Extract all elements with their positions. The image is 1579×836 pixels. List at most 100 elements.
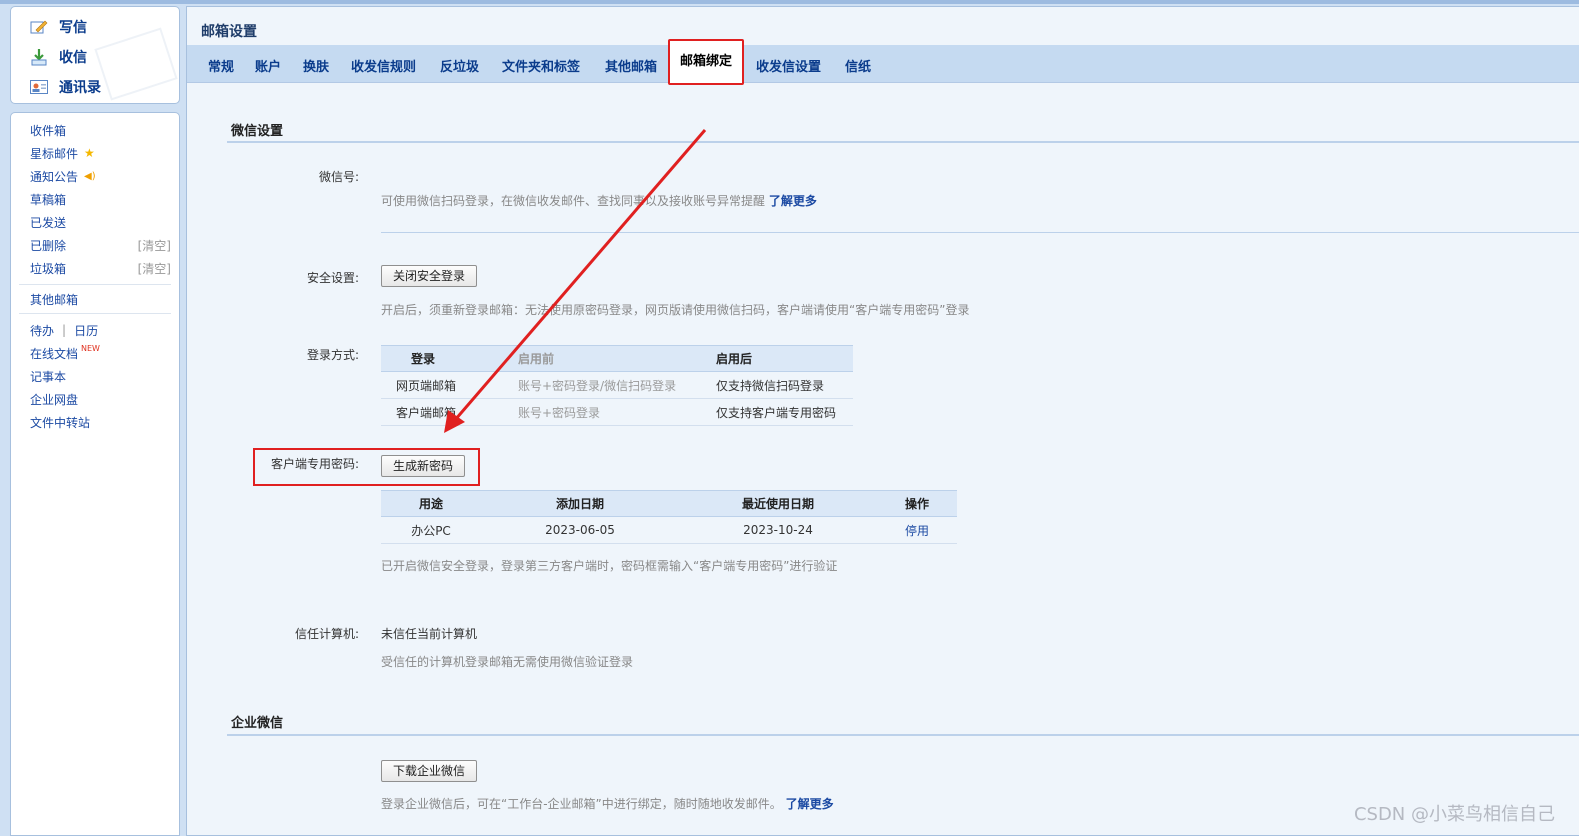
todo-link[interactable]: 待办 bbox=[30, 322, 54, 339]
settings-tabbar: 常规 账户 换肤 收发信规则 反垃圾 文件夹和标签 其他邮箱 邮箱绑定 收发信设… bbox=[187, 39, 1579, 85]
table-row: 网页端邮箱 账号+密码登录/微信扫码登录 仅支持微信扫码登录 bbox=[381, 371, 853, 399]
login-method-table: 登录 启用前 启用后 网页端邮箱 账号+密码登录/微信扫码登录 仅支持微信扫码登… bbox=[381, 345, 853, 426]
folder-spam[interactable]: 垃圾箱 [清空] bbox=[30, 259, 171, 277]
section-divider bbox=[227, 734, 1579, 736]
star-icon: ★ bbox=[84, 146, 95, 160]
table-cell: 账号+密码登录 bbox=[518, 398, 716, 426]
calendar-link[interactable]: 日历 bbox=[74, 322, 98, 339]
table-row: 客户端邮箱 账号+密码登录 仅支持客户端专用密码 bbox=[381, 398, 853, 426]
tab-antispam[interactable]: 反垃圾 bbox=[440, 45, 479, 83]
tab-account[interactable]: 账户 bbox=[255, 45, 281, 83]
tab-other-mail[interactable]: 其他邮箱 bbox=[605, 45, 657, 83]
notes-label: 记事本 bbox=[30, 369, 67, 384]
page-title: 邮箱设置 bbox=[201, 24, 257, 40]
folder-other-mail-label: 其他邮箱 bbox=[30, 292, 79, 307]
tab-rules[interactable]: 收发信规则 bbox=[351, 45, 416, 83]
row-divider bbox=[381, 232, 1579, 233]
wechat-section-title: 微信设置 bbox=[231, 124, 284, 139]
generate-password-button[interactable]: 生成新密码 bbox=[381, 455, 466, 477]
folder-deleted-label: 已删除 bbox=[30, 238, 67, 253]
folder-other-mail[interactable]: 其他邮箱 bbox=[30, 290, 171, 308]
table-cell: 2023-10-24 bbox=[679, 516, 877, 544]
wechat-id-label: 微信号: bbox=[318, 170, 359, 184]
table-cell: 2023-06-05 bbox=[481, 516, 679, 544]
clear-spam-link[interactable]: [清空] bbox=[138, 260, 171, 277]
folder-deleted[interactable]: 已删除 [清空] bbox=[30, 236, 171, 254]
tab-general[interactable]: 常规 bbox=[208, 45, 234, 83]
receive-label: 收信 bbox=[59, 50, 87, 66]
enterprise-section-title: 企业微信 bbox=[231, 716, 284, 731]
learn-more-link[interactable]: 了解更多 bbox=[769, 194, 817, 208]
disable-secure-login-button[interactable]: 关闭安全登录 bbox=[381, 265, 478, 287]
folder-divider bbox=[19, 313, 171, 314]
table-cell: 办公PC bbox=[381, 516, 481, 544]
online-docs-label: 在线文档 bbox=[30, 346, 79, 361]
folder-notices[interactable]: 通知公告 ◀) bbox=[30, 167, 171, 185]
table-row: 办公PC 2023-06-05 2023-10-24 停用 bbox=[381, 516, 957, 544]
top-border bbox=[0, 0, 1579, 4]
download-icon bbox=[29, 48, 49, 66]
speaker-icon: ◀) bbox=[84, 170, 96, 182]
todo-calendar-divider: | bbox=[62, 323, 67, 337]
disable-password-link[interactable]: 停用 bbox=[905, 524, 929, 538]
table-header: 操作 bbox=[877, 490, 957, 517]
table-header: 启用后 bbox=[716, 345, 853, 372]
new-badge: NEW bbox=[81, 343, 100, 353]
online-docs-link[interactable]: 在线文档 NEW bbox=[30, 344, 171, 362]
tab-mailbox-binding[interactable]: 邮箱绑定 bbox=[668, 39, 745, 85]
tab-skin[interactable]: 换肤 bbox=[303, 45, 329, 83]
netdisk-label: 企业网盘 bbox=[30, 392, 79, 407]
notes-link[interactable]: 记事本 bbox=[30, 367, 171, 385]
trusted-computer-label: 信任计算机: bbox=[294, 627, 359, 641]
enterprise-learn-more-link[interactable]: 了解更多 bbox=[786, 797, 834, 811]
settings-main: 邮箱设置 常规 账户 换肤 收发信规则 反垃圾 文件夹和标签 其他邮箱 邮箱绑定… bbox=[186, 6, 1579, 836]
clear-deleted-link[interactable]: [清空] bbox=[138, 237, 171, 254]
csdn-watermark: CSDN @小菜鸟相信自己 bbox=[1353, 804, 1555, 825]
client-password-hint: 已开启微信安全登录，登录第三方客户端时，密码框需输入“客户端专用密码”进行验证 bbox=[381, 559, 838, 573]
tab-stationery[interactable]: 信纸 bbox=[845, 45, 871, 83]
wechat-id-hint-text: 可使用微信扫码登录，在微信收发邮件、查找同事以及接收账号异常提醒 bbox=[381, 194, 766, 208]
tab-folders-labels[interactable]: 文件夹和标签 bbox=[502, 45, 580, 83]
table-header: 启用前 bbox=[518, 345, 716, 372]
pencil-icon bbox=[29, 18, 49, 36]
contacts-label: 通讯录 bbox=[59, 80, 101, 96]
transfer-label: 文件中转站 bbox=[30, 415, 91, 430]
table-header: 用途 bbox=[381, 490, 481, 517]
quick-actions-panel: 写信 收信 通讯录 bbox=[10, 6, 180, 104]
compose-button[interactable]: 写信 bbox=[29, 15, 87, 39]
folder-starred[interactable]: 星标邮件 ★ bbox=[30, 144, 171, 162]
client-password-label: 客户端专用密码: bbox=[270, 457, 359, 471]
table-cell: 仅支持客户端专用密码 bbox=[716, 398, 853, 426]
contacts-button[interactable]: 通讯录 bbox=[29, 75, 101, 99]
table-header: 登录 bbox=[381, 345, 518, 372]
transfer-link[interactable]: 文件中转站 bbox=[30, 413, 171, 431]
table-cell: 仅支持微信扫码登录 bbox=[716, 371, 853, 399]
enterprise-hint-text: 登录企业微信后，可在“工作台-企业邮箱”中进行绑定，随时随地收发邮件。 bbox=[381, 797, 782, 811]
table-cell: 网页端邮箱 bbox=[381, 371, 518, 399]
security-hint: 开启后，须重新登录邮箱：无法使用原密码登录，网页版请使用微信扫码，客户端请使用“… bbox=[381, 303, 970, 317]
folder-notices-label: 通知公告 bbox=[30, 169, 79, 184]
folder-sent-label: 已发送 bbox=[30, 215, 67, 230]
table-header: 添加日期 bbox=[481, 490, 679, 517]
folder-drafts[interactable]: 草稿箱 bbox=[30, 190, 171, 208]
login-method-label: 登录方式: bbox=[306, 348, 359, 362]
section-divider bbox=[227, 141, 1579, 143]
security-label: 安全设置: bbox=[306, 271, 359, 285]
contact-card-icon bbox=[29, 78, 49, 96]
download-enterprise-wechat-button[interactable]: 下载企业微信 bbox=[381, 760, 478, 782]
netdisk-link[interactable]: 企业网盘 bbox=[30, 390, 171, 408]
folder-spam-label: 垃圾箱 bbox=[30, 261, 67, 276]
todo-calendar-row: 待办 | 日历 bbox=[30, 321, 171, 339]
folder-sent[interactable]: 已发送 bbox=[30, 213, 171, 231]
trusted-computer-hint: 受信任的计算机登录邮箱无需使用微信验证登录 bbox=[381, 655, 634, 669]
enterprise-hint: 登录企业微信后，可在“工作台-企业邮箱”中进行绑定，随时随地收发邮件。 了解更多 bbox=[381, 795, 834, 812]
trusted-computer-status: 未信任当前计算机 bbox=[381, 627, 478, 641]
client-password-table: 用途 添加日期 最近使用日期 操作 办公PC 2023-06-05 2023-1… bbox=[381, 490, 957, 544]
tab-send-receive[interactable]: 收发信设置 bbox=[756, 45, 821, 83]
compose-label: 写信 bbox=[59, 20, 87, 36]
folder-inbox[interactable]: 收件箱 bbox=[30, 121, 171, 139]
folder-panel: 收件箱 星标邮件 ★ 通知公告 ◀) 草稿箱 已发送 已删除 [清空] 垃圾箱 [清空]… bbox=[10, 112, 180, 836]
receive-button[interactable]: 收信 bbox=[29, 45, 87, 69]
folder-divider bbox=[19, 284, 171, 285]
folder-starred-label: 星标邮件 bbox=[30, 146, 79, 161]
